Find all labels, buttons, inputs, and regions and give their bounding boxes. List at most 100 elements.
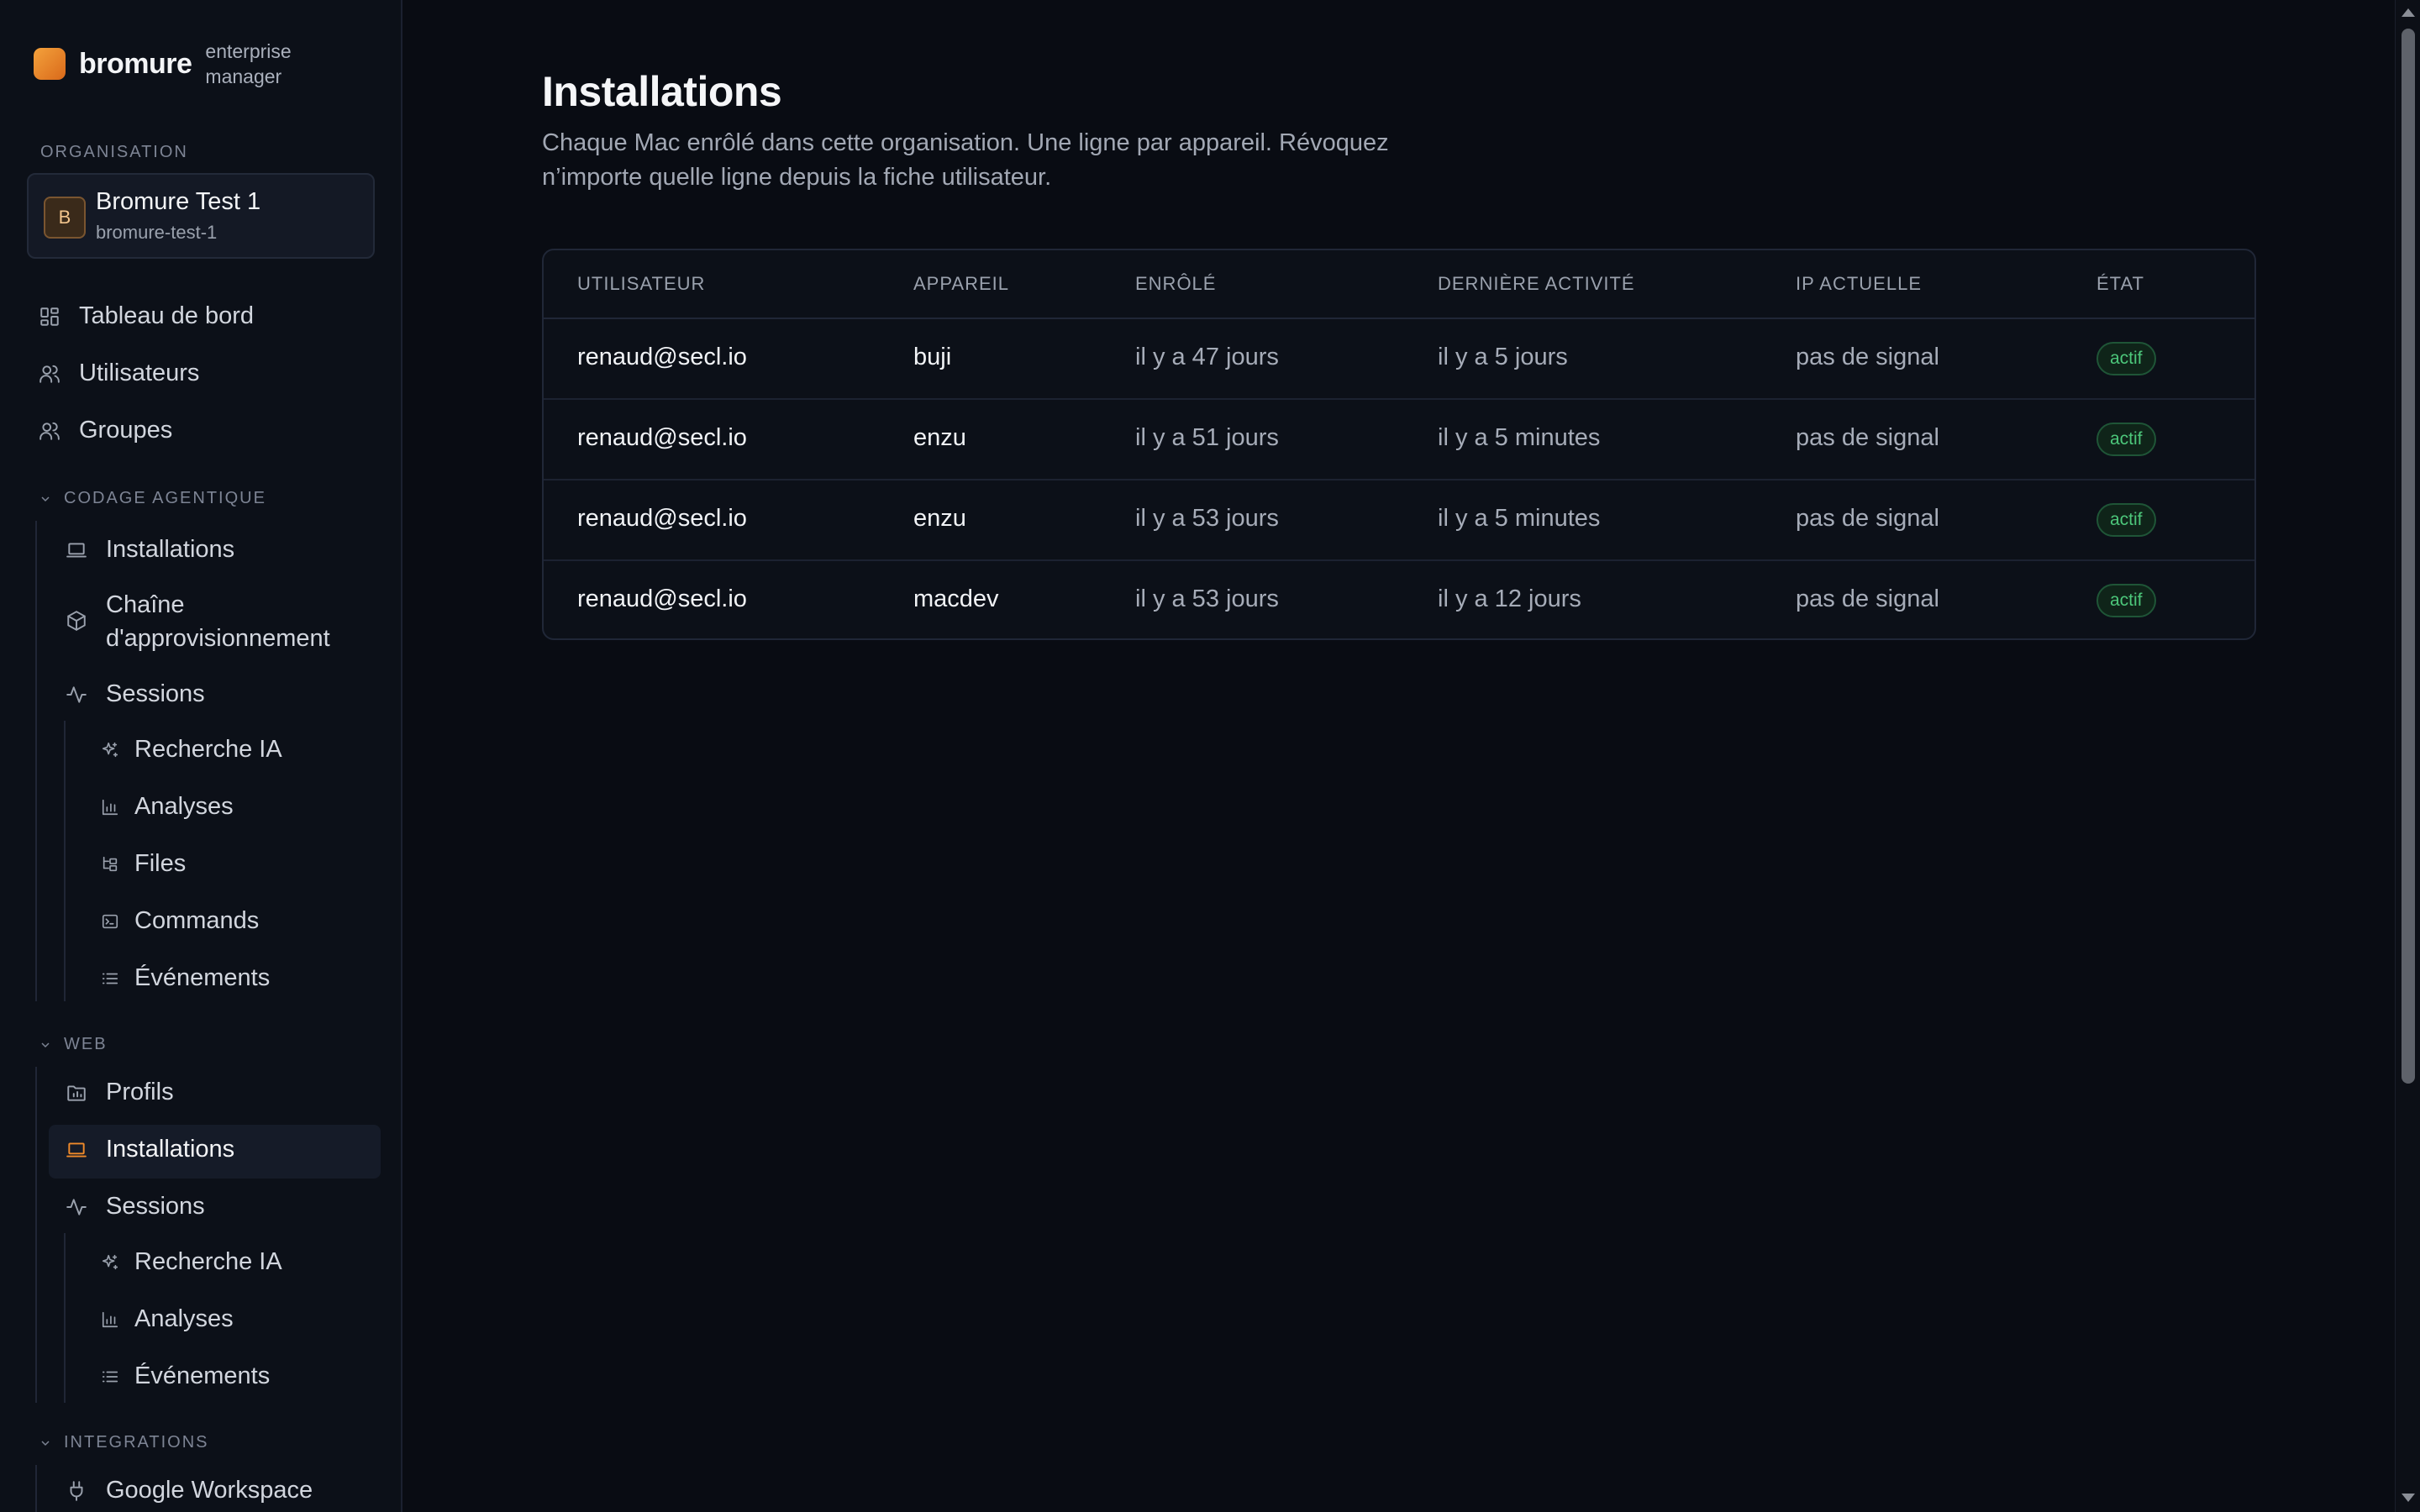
groups-icon xyxy=(37,418,62,444)
cell-current-ip: pas de signal xyxy=(1796,424,1939,451)
cell-last-activity: il y a 12 jours xyxy=(1438,585,1581,612)
nav-web-profiles[interactable]: Profils xyxy=(64,1079,174,1106)
cell-user[interactable]: renaud@secl.io xyxy=(577,344,747,371)
column-header-last-activity[interactable]: DERNIÈRE ACTIVITÉ xyxy=(1438,273,1635,295)
status-badge: actif xyxy=(2096,584,2156,617)
cell-device: buji xyxy=(913,344,952,370)
nav-web-events-label: Événements xyxy=(134,1362,271,1389)
chevron-down-icon xyxy=(41,496,50,501)
cell-device: enzu xyxy=(913,505,966,532)
nav-integration-google[interactable]: Google Workspace xyxy=(64,1477,313,1504)
nav-guide-line xyxy=(35,1067,37,1403)
group-web-toggle[interactable]: WEB xyxy=(39,1035,108,1054)
column-header-enrolled[interactable]: ENRÔLÉ xyxy=(1135,273,1216,295)
package-icon xyxy=(64,608,89,633)
nav-dashboard[interactable]: Tableau de bord xyxy=(37,302,254,330)
nav-groups-label: Groupes xyxy=(79,417,173,444)
scrollbar-thumb[interactable] xyxy=(2402,29,2415,1084)
nav-agentic-events-label: Événements xyxy=(134,964,271,991)
nav-groups[interactable]: Groupes xyxy=(37,417,172,444)
dashboard-icon xyxy=(37,304,62,329)
org-avatar: B xyxy=(44,197,86,239)
table-header: UTILISATEUR APPAREIL ENRÔLÉ DERNIÈRE ACT… xyxy=(544,250,2254,319)
column-header-user[interactable]: UTILISATEUR xyxy=(577,273,705,295)
status-badge: actif xyxy=(2096,503,2156,537)
nav-agentic-installations[interactable]: Installations xyxy=(64,536,234,564)
nav-web-profiles-label: Profils xyxy=(106,1079,174,1105)
table-row[interactable]: renaud@secl.io enzu il y a 53 jours il y… xyxy=(544,480,2254,561)
cell-enrolled: il y a 53 jours xyxy=(1135,505,1279,532)
table-row[interactable]: renaud@secl.io macdev il y a 53 jours il… xyxy=(544,560,2254,638)
cell-device: macdev xyxy=(913,585,999,612)
group-agentic-label: CODAGE AGENTIQUE xyxy=(64,489,266,507)
group-agentic-toggle[interactable]: CODAGE AGENTIQUE xyxy=(39,489,266,508)
nav-web-ai-search-label: Recherche IA xyxy=(134,1248,282,1275)
nav-web-analyses[interactable]: Analyses xyxy=(97,1305,234,1333)
nav-web-sessions-label: Sessions xyxy=(106,1193,205,1220)
page-scrollbar[interactable] xyxy=(2395,0,2420,1512)
folder-chart-icon xyxy=(64,1080,89,1105)
nav-integration-google-label: Google Workspace xyxy=(106,1477,313,1504)
group-integrations-toggle[interactable]: INTEGRATIONS xyxy=(39,1433,209,1452)
nav-agentic-files[interactable]: Files xyxy=(97,850,186,878)
scroll-up-arrow-icon[interactable] xyxy=(2402,8,2415,17)
nav-users-label: Utilisateurs xyxy=(79,360,200,386)
cell-current-ip: pas de signal xyxy=(1796,585,1939,612)
nav-agentic-analyses-label: Analyses xyxy=(134,793,234,820)
column-header-status[interactable]: ÉTAT xyxy=(2096,273,2144,295)
nav-users[interactable]: Utilisateurs xyxy=(37,360,199,387)
plug-icon xyxy=(64,1478,89,1504)
bar-chart-icon xyxy=(97,1307,123,1332)
nav-agentic-ai-search[interactable]: Recherche IA xyxy=(97,736,282,764)
brand[interactable]: bromure enterprise manager xyxy=(34,39,314,89)
cell-current-ip: pas de signal xyxy=(1796,505,1939,532)
table-row[interactable]: renaud@secl.io enzu il y a 51 jours il y… xyxy=(544,399,2254,480)
nav-web-ai-search[interactable]: Recherche IA xyxy=(97,1248,282,1276)
users-icon xyxy=(37,361,62,386)
scroll-down-arrow-icon[interactable] xyxy=(2402,1494,2415,1502)
nav-agentic-events[interactable]: Événements xyxy=(97,964,270,992)
nav-web-installations[interactable]: Installations xyxy=(64,1136,234,1163)
org-slug: bromure-test-1 xyxy=(96,222,218,243)
cell-user[interactable]: renaud@secl.io xyxy=(577,424,747,452)
cell-current-ip: pas de signal xyxy=(1796,344,1939,370)
cell-enrolled: il y a 47 jours xyxy=(1135,344,1279,370)
installations-table: UTILISATEUR APPAREIL ENRÔLÉ DERNIÈRE ACT… xyxy=(542,249,2256,640)
cell-enrolled: il y a 51 jours xyxy=(1135,424,1279,451)
nav-web-sessions[interactable]: Sessions xyxy=(64,1193,205,1221)
nav-agentic-supply-chain[interactable]: Chaîne d'approvisionnement xyxy=(64,588,358,655)
sparkles-icon xyxy=(97,738,123,763)
brand-subtitle: enterprise manager xyxy=(205,40,292,87)
sparkles-icon xyxy=(97,1250,123,1275)
cell-last-activity: il y a 5 jours xyxy=(1438,344,1568,370)
nav-dashboard-label: Tableau de bord xyxy=(79,302,254,329)
column-header-device[interactable]: APPAREIL xyxy=(913,273,1009,295)
org-switcher[interactable]: B Bromure Test 1 bromure-test-1 xyxy=(27,173,375,259)
list-icon xyxy=(97,1364,123,1389)
chevron-down-icon xyxy=(41,1042,50,1047)
column-header-current-ip[interactable]: IP ACTUELLE xyxy=(1796,273,1922,295)
nav-web-analyses-label: Analyses xyxy=(134,1305,234,1332)
cell-user[interactable]: renaud@secl.io xyxy=(577,505,747,533)
group-integrations-label: INTEGRATIONS xyxy=(64,1433,209,1452)
terminal-icon xyxy=(97,909,123,934)
nav-agentic-analyses[interactable]: Analyses xyxy=(97,793,234,821)
cell-device: enzu xyxy=(913,424,966,451)
nav-agentic-supply-chain-label: Chaîne d'approvisionnement xyxy=(106,591,330,652)
page-title: Installations xyxy=(542,68,782,115)
nav-agentic-sessions[interactable]: Sessions xyxy=(64,680,205,708)
table-row[interactable]: renaud@secl.io buji il y a 47 jours il y… xyxy=(544,318,2254,400)
laptop-icon xyxy=(64,1137,89,1163)
nav-agentic-commands-label: Commands xyxy=(134,907,260,934)
status-badge: actif xyxy=(2096,423,2156,456)
bar-chart-icon xyxy=(97,795,123,820)
nav-agentic-commands[interactable]: Commands xyxy=(97,907,259,935)
nav-web-events[interactable]: Événements xyxy=(97,1362,270,1390)
list-icon xyxy=(97,966,123,991)
org-section-label: ORGANISATION xyxy=(40,143,188,161)
cell-user[interactable]: renaud@secl.io xyxy=(577,585,747,613)
nav-guide-line xyxy=(64,1233,66,1403)
cell-last-activity: il y a 5 minutes xyxy=(1438,424,1601,451)
folder-tree-icon xyxy=(97,852,123,877)
org-name: Bromure Test 1 xyxy=(96,188,261,215)
